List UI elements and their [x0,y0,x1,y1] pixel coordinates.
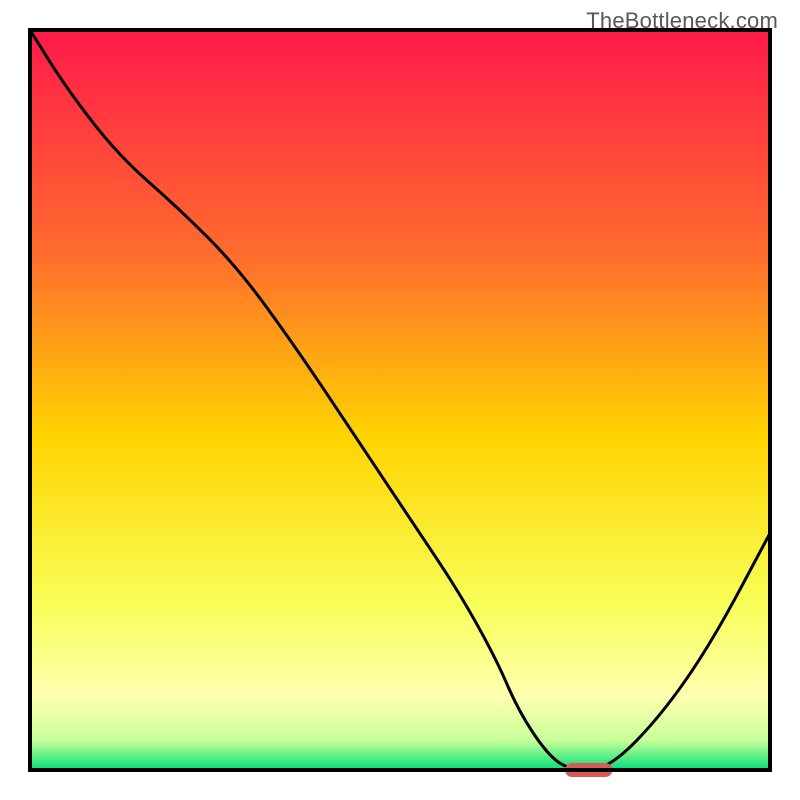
bottleneck-chart [0,0,800,800]
chart-container: { "attribution": "TheBottleneck.com", "c… [0,0,800,800]
gradient-background [30,30,770,770]
